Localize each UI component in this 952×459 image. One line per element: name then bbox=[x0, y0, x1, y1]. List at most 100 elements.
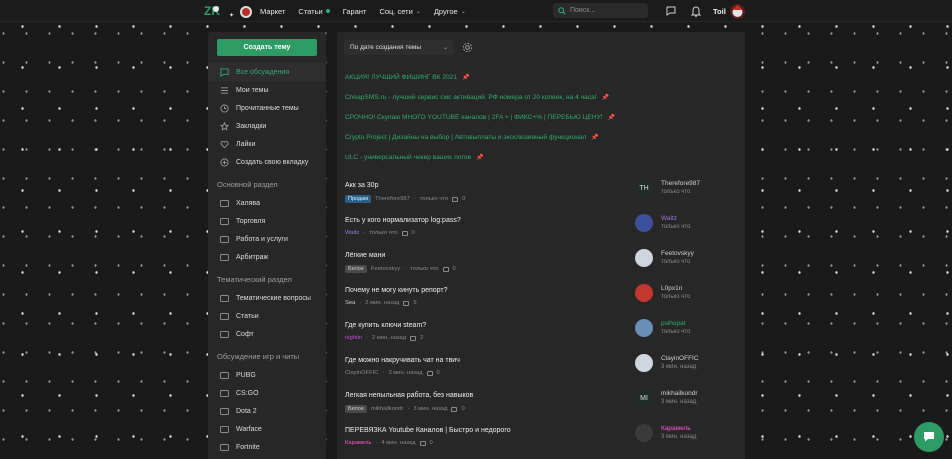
sidebar-item-articles[interactable]: Статьи bbox=[217, 307, 317, 325]
last-post[interactable]: Waltz только что bbox=[635, 214, 745, 240]
sidebar-item-fortnite[interactable]: Fortnite bbox=[217, 438, 317, 456]
thread-row[interactable]: Где можно накручивать чат на твич Clayin… bbox=[345, 354, 737, 389]
last-post-user[interactable]: L0px1n bbox=[661, 285, 682, 292]
last-post[interactable]: Feetovskyy только что bbox=[635, 249, 745, 275]
thread-row[interactable]: Лёгкие мани Белое Feetovskyy · только чт… bbox=[345, 249, 737, 284]
prefix-tag[interactable]: Продам bbox=[345, 195, 371, 203]
nav-articles[interactable]: Статьи bbox=[298, 7, 330, 16]
avatar[interactable] bbox=[635, 214, 653, 232]
thread-author[interactable]: nightin bbox=[345, 335, 362, 341]
last-post[interactable]: L0px1n только что bbox=[635, 284, 745, 310]
sidebar-item-pubg[interactable]: PUBG bbox=[217, 366, 317, 384]
sidebar-item-bookmarks[interactable]: Закладки bbox=[217, 117, 317, 135]
thread-author[interactable]: Feetovskyy bbox=[371, 266, 400, 272]
sidebar-item-dota2[interactable]: Dota 2 bbox=[217, 402, 317, 420]
prefix-tag[interactable]: Белое bbox=[345, 265, 367, 273]
sticky-thread[interactable]: СРОЧНО! Скупаю МНОГО YOUTUBE каналов | 2… bbox=[345, 114, 615, 121]
last-post[interactable]: MI mikhailkondr 3 мин. назад bbox=[635, 389, 745, 415]
thread-time: только что bbox=[410, 266, 439, 272]
nav-other[interactable]: Другое ⌄ bbox=[434, 7, 466, 16]
thread-title[interactable]: Почему не могу кинуть репорт? bbox=[345, 287, 448, 294]
sidebar-item-thematic-questions[interactable]: Тематические вопросы bbox=[217, 289, 317, 307]
avatar[interactable] bbox=[635, 284, 653, 302]
avatar[interactable] bbox=[635, 249, 653, 267]
thread-row[interactable]: Акк за 30р Продам Therefore987 · только … bbox=[345, 179, 737, 214]
sidebar-item-read-threads[interactable]: Прочитанные темы bbox=[217, 99, 317, 117]
bell-icon[interactable] bbox=[690, 5, 702, 17]
thread-author[interactable]: Карамель bbox=[345, 440, 371, 446]
last-post[interactable]: psihopat только что bbox=[635, 319, 745, 345]
sidebar-item-trading[interactable]: Торговля bbox=[217, 212, 317, 230]
last-post-user[interactable]: mikhailkondr bbox=[661, 390, 698, 397]
thread-title[interactable]: Есть у кого нормализатор log:pass? bbox=[345, 217, 461, 224]
avatar[interactable] bbox=[635, 354, 653, 372]
prefix-tag[interactable]: Белое bbox=[345, 405, 367, 413]
comment-count: 0 bbox=[462, 196, 466, 202]
sticky-thread[interactable]: CheapSMS.ru - лучший сервис смс активаци… bbox=[345, 94, 609, 101]
thread-meta: Sea · 2 мин. назад 5 bbox=[345, 300, 417, 306]
thread-title[interactable]: Где купить ключи steam? bbox=[345, 322, 426, 329]
last-post-user[interactable]: psihopat bbox=[661, 320, 686, 327]
sticky-thread[interactable]: ULC - универсальный чекер ваших логов 📌 bbox=[345, 154, 484, 161]
last-post[interactable]: TH Therefore987 только что bbox=[635, 179, 745, 205]
last-post[interactable]: Карамель 3 мин. назад bbox=[635, 424, 745, 450]
nav-guarantor[interactable]: Гарант bbox=[343, 7, 367, 16]
sidebar-item-arbitrage[interactable]: Арбитраж bbox=[217, 248, 317, 266]
search-input[interactable] bbox=[570, 7, 640, 14]
site-logo[interactable]: ZK ✦ bbox=[204, 2, 252, 20]
sidebar-item-likes[interactable]: Лайки bbox=[217, 135, 317, 153]
sidebar-item-my-threads[interactable]: Мои темы bbox=[217, 81, 317, 99]
forum-icon bbox=[220, 407, 229, 415]
sticky-thread[interactable]: Crypto Project | Дизайны на выбор | Авто… bbox=[345, 134, 599, 141]
new-indicator-dot bbox=[325, 9, 330, 13]
avatar[interactable]: TH bbox=[635, 179, 653, 197]
thread-title[interactable]: Где можно накручивать чат на твич bbox=[345, 357, 460, 364]
sidebar-item-create-tab[interactable]: Создать свою вкладку bbox=[217, 153, 317, 171]
chat-button[interactable] bbox=[914, 422, 944, 452]
search-box[interactable] bbox=[553, 3, 648, 18]
thread-row[interactable]: Где купить ключи steam? nightin · 2 мин.… bbox=[345, 319, 737, 354]
thread-title[interactable]: ПЕРЕВЯЗКА Youtube Каналов | Быстро и нед… bbox=[345, 427, 511, 434]
thread-row[interactable]: Есть у кого нормализатор log:pass? Waltz… bbox=[345, 214, 737, 249]
nav-market[interactable]: Маркет bbox=[260, 7, 285, 16]
thread-author[interactable]: mikhailkondr bbox=[371, 406, 404, 412]
thread-row[interactable]: Почему не могу кинуть репорт? Sea · 2 ми… bbox=[345, 284, 737, 319]
avatar[interactable] bbox=[635, 319, 653, 337]
gear-icon[interactable] bbox=[462, 42, 473, 53]
sidebar-item-software[interactable]: Софт bbox=[217, 325, 317, 343]
username: Toil bbox=[713, 6, 726, 16]
nav-social[interactable]: Соц. сети ⌄ bbox=[379, 7, 420, 16]
last-post-user[interactable]: Waltz bbox=[661, 215, 677, 222]
user-menu[interactable]: Toil bbox=[713, 0, 745, 22]
sidebar-item-work-services[interactable]: Работа и услуги bbox=[217, 230, 317, 248]
chat-bubble-icon bbox=[220, 67, 229, 77]
last-post-user[interactable]: ClayinOFFIC bbox=[661, 355, 699, 362]
create-thread-button[interactable]: Создать тему bbox=[217, 39, 317, 56]
thread-author[interactable]: Sea bbox=[345, 300, 355, 306]
last-post-user[interactable]: Feetovskyy bbox=[661, 250, 694, 257]
thread-author[interactable]: ClayinOFFIC bbox=[345, 370, 379, 376]
thread-author[interactable]: Waltz bbox=[345, 230, 359, 236]
sidebar-item-freebies[interactable]: Халява bbox=[217, 194, 317, 212]
thread-row[interactable]: ПЕРЕВЯЗКА Youtube Каналов | Быстро и нед… bbox=[345, 424, 737, 459]
avatar[interactable]: MI bbox=[635, 389, 653, 407]
sticky-thread[interactable]: АКЦИЯ! ЛУЧШИЙ ФИШИНГ ВК 2021 📌 bbox=[345, 74, 469, 81]
thread-meta: Белое mikhailkondr · 3 мин. назад 0 bbox=[345, 405, 465, 413]
messages-icon[interactable] bbox=[665, 5, 677, 17]
thread-title[interactable]: Лёгкие мани bbox=[345, 252, 385, 259]
forum-icon bbox=[220, 217, 229, 225]
sidebar-item-warface[interactable]: Warface bbox=[217, 420, 317, 438]
last-post-user[interactable]: Therefore987 bbox=[661, 180, 700, 187]
thread-title[interactable]: Акк за 30р bbox=[345, 182, 378, 189]
sidebar-item-csgo[interactable]: CS:GO bbox=[217, 384, 317, 402]
sort-dropdown[interactable]: По дате создания темы ⌄ bbox=[344, 40, 453, 55]
last-post[interactable]: ClayinOFFIC 3 мин. назад bbox=[635, 354, 745, 380]
forum-icon bbox=[220, 425, 229, 433]
comment-count: 2 bbox=[420, 335, 424, 341]
thread-author[interactable]: Therefore987 bbox=[375, 196, 410, 202]
thread-row[interactable]: Легкая непыльная работа, без навыков Бел… bbox=[345, 389, 737, 424]
thread-title[interactable]: Легкая непыльная работа, без навыков bbox=[345, 392, 473, 399]
last-post-user[interactable]: Карамель bbox=[661, 425, 691, 432]
avatar[interactable] bbox=[635, 424, 653, 442]
sidebar-item-all-discussions[interactable]: Все обсуждения bbox=[208, 63, 326, 81]
